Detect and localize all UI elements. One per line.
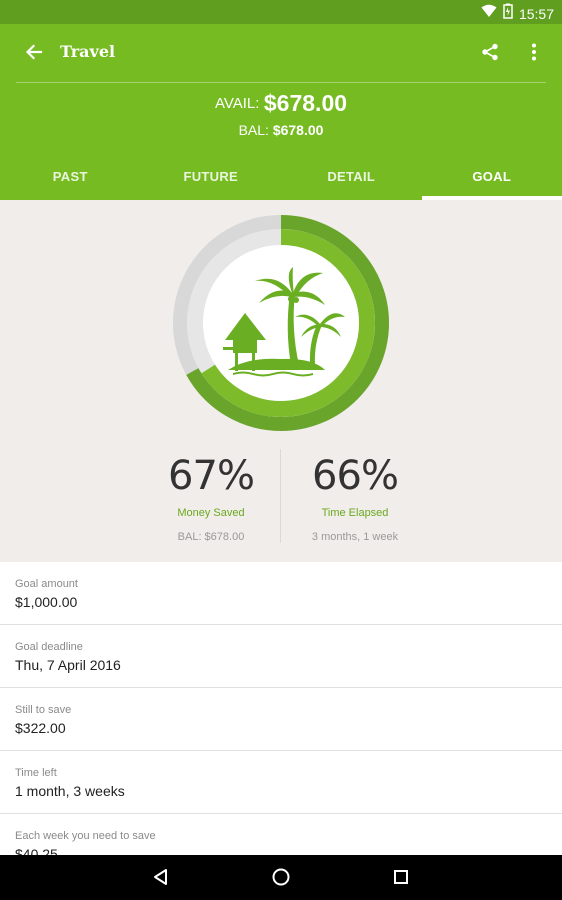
detail-label: Time left bbox=[15, 767, 57, 779]
nav-back-button[interactable] bbox=[149, 865, 173, 889]
header-divider bbox=[16, 82, 546, 83]
system-navigation-bar bbox=[0, 855, 562, 900]
bal-value: $678.00 bbox=[272, 122, 324, 138]
detail-value: $1,000.00 bbox=[15, 594, 78, 610]
battery-icon bbox=[503, 3, 513, 24]
status-icons: 15:57 bbox=[481, 3, 554, 24]
nav-home-button[interactable] bbox=[269, 865, 293, 889]
back-button[interactable] bbox=[20, 38, 48, 66]
avail-value: $678.00 bbox=[263, 90, 348, 116]
time-elapsed-percent: 66% bbox=[312, 453, 399, 499]
tab-detail[interactable]: DETAIL bbox=[281, 152, 422, 200]
bal-label: BAL: bbox=[238, 122, 269, 138]
detail-weekly-saving[interactable]: Each week you need to save $40.25 bbox=[0, 814, 562, 855]
share-icon bbox=[482, 43, 498, 61]
tab-bar: PAST FUTURE DETAIL GOAL bbox=[0, 152, 562, 200]
detail-value: $322.00 bbox=[15, 720, 66, 736]
more-vert-icon bbox=[532, 43, 536, 61]
goal-summary: 67% Money Saved BAL: $678.00 66% Time El… bbox=[0, 200, 562, 562]
avail-label: AVAIL: bbox=[214, 95, 260, 112]
detail-time-left[interactable]: Time left 1 month, 3 weeks bbox=[0, 751, 562, 814]
overflow-menu-button[interactable] bbox=[522, 40, 546, 64]
detail-value: Thu, 7 April 2016 bbox=[15, 657, 121, 673]
detail-label: Goal amount bbox=[15, 578, 78, 590]
detail-label: Goal deadline bbox=[15, 641, 83, 653]
status-bar: 15:57 bbox=[0, 0, 562, 24]
detail-label: Still to save bbox=[15, 704, 72, 716]
time-elapsed-duration: 3 months, 1 week bbox=[311, 531, 399, 543]
wifi-icon bbox=[481, 4, 497, 23]
balance: BAL: $678.00 bbox=[0, 122, 562, 138]
goal-progress-ring bbox=[173, 215, 389, 431]
goal-details-list: Goal amount $1,000.00 Goal deadline Thu,… bbox=[0, 562, 562, 855]
back-triangle-icon bbox=[154, 869, 167, 885]
detail-still-to-save[interactable]: Still to save $322.00 bbox=[0, 688, 562, 751]
tab-past[interactable]: PAST bbox=[0, 152, 141, 200]
status-time: 15:57 bbox=[518, 5, 554, 22]
home-circle-icon bbox=[272, 868, 290, 886]
nav-recents-button[interactable] bbox=[389, 865, 413, 889]
tab-goal[interactable]: GOAL bbox=[421, 152, 562, 200]
page-title: Travel bbox=[60, 42, 116, 61]
time-elapsed-label: Time Elapsed bbox=[321, 507, 389, 519]
time-elapsed-stat: 66% Time Elapsed 3 months, 1 week bbox=[255, 453, 455, 543]
detail-value: 1 month, 3 weeks bbox=[15, 783, 125, 799]
app-bar: Travel AVAIL: $678.00 BAL: $678.00 PAST … bbox=[0, 24, 562, 200]
available-balance: AVAIL: $678.00 bbox=[0, 90, 562, 117]
recents-square-icon bbox=[394, 870, 408, 884]
back-arrow-icon bbox=[25, 44, 43, 60]
detail-goal-deadline[interactable]: Goal deadline Thu, 7 April 2016 bbox=[0, 625, 562, 688]
ring-center bbox=[203, 245, 359, 401]
tab-future[interactable]: FUTURE bbox=[141, 152, 282, 200]
detail-label: Each week you need to save bbox=[15, 830, 156, 842]
detail-value: $40.25 bbox=[15, 846, 58, 855]
detail-goal-amount[interactable]: Goal amount $1,000.00 bbox=[0, 562, 562, 625]
share-button[interactable] bbox=[478, 40, 502, 64]
